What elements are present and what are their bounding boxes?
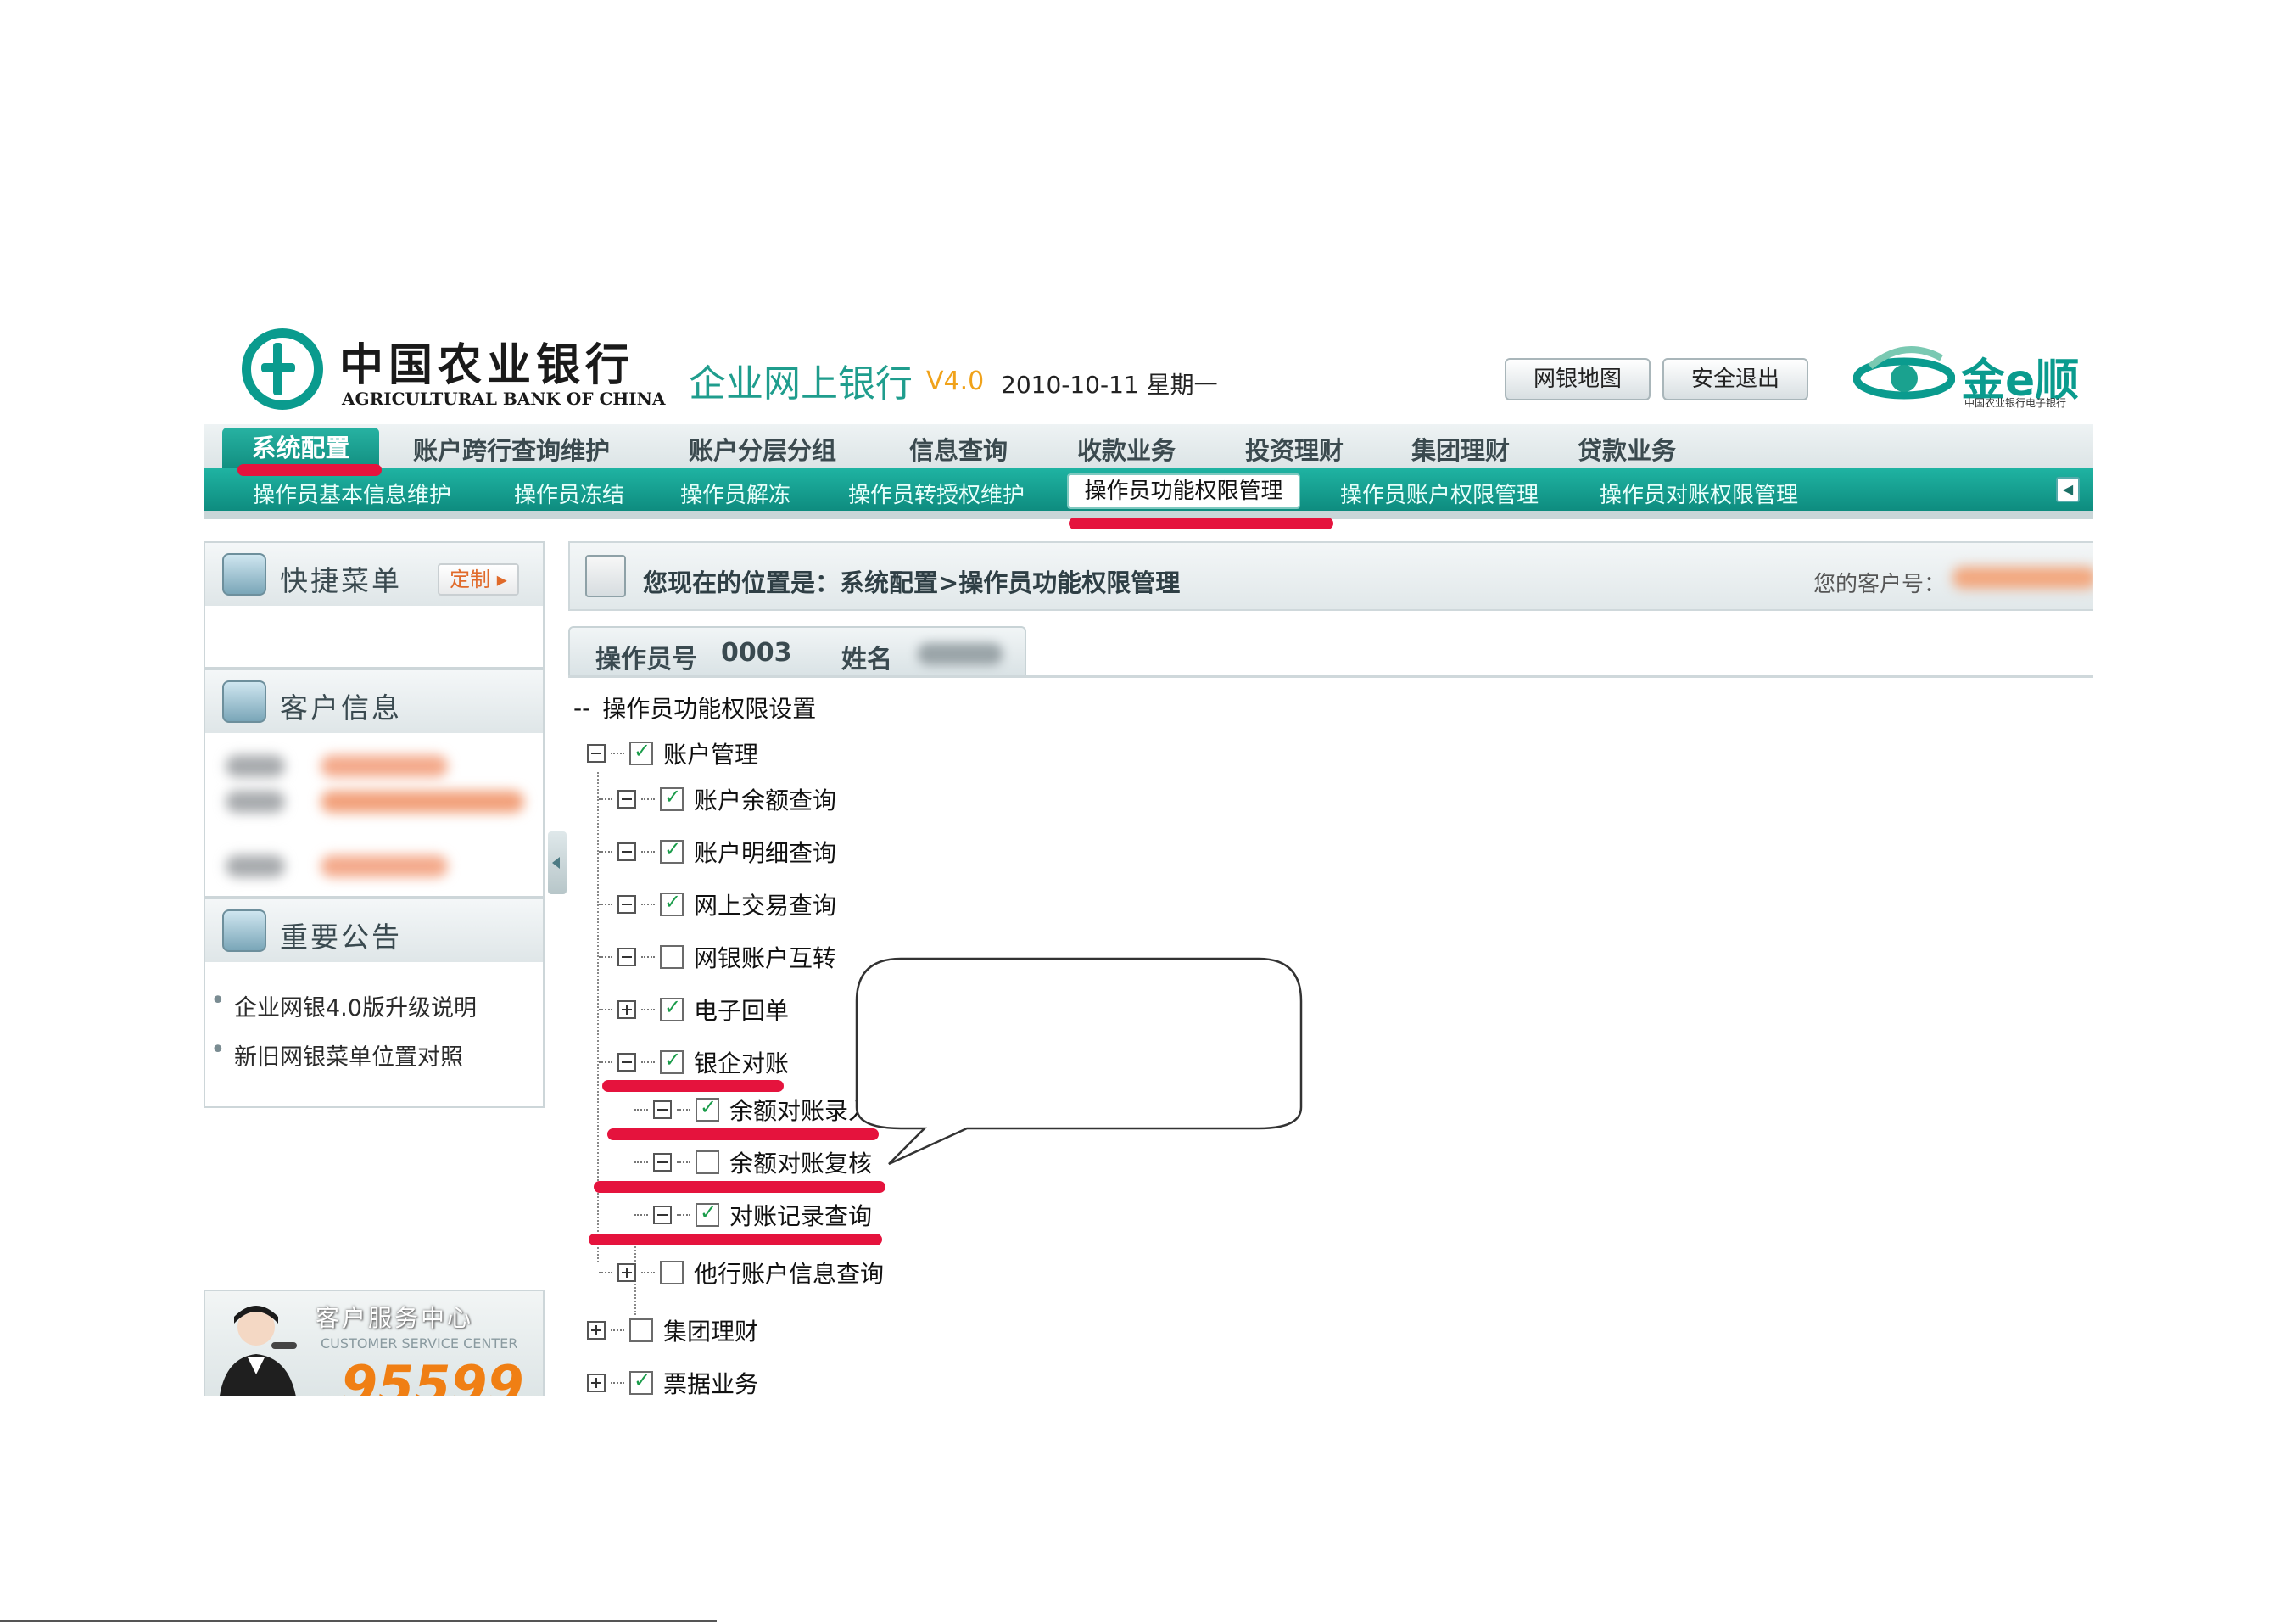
bank-window: 中国农业银行 AGRICULTURAL BANK OF CHINA 企业网上银行… bbox=[204, 314, 2093, 1396]
page-bottom-line bbox=[0, 1620, 717, 1622]
callout-bubble bbox=[855, 957, 1303, 1166]
